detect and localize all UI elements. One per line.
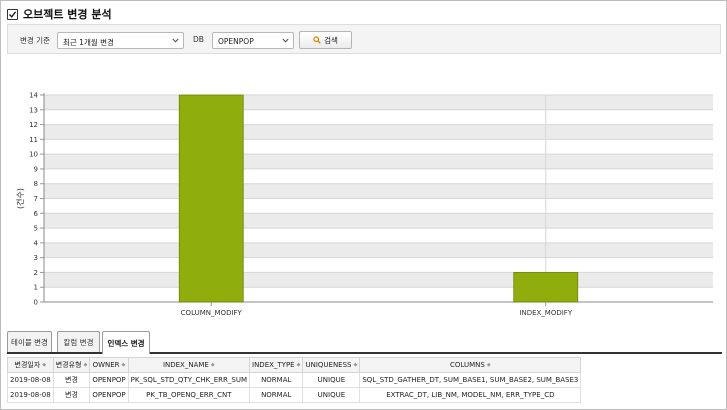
cell-index-type: NORMAL <box>248 372 304 388</box>
grid-band <box>44 213 713 229</box>
db-label: DB <box>193 35 204 44</box>
column-header[interactable]: INDEX_NAME ◆ <box>127 357 251 373</box>
column-header-label: 변경일자 <box>14 361 41 369</box>
bar <box>178 94 244 303</box>
y-tick-label: 9 <box>34 165 38 173</box>
filter-bar: 변경 기준 최근 1개월 변경 DB OPENPOP 검색 <box>7 24 721 54</box>
cell-columns: EXTRAC_DT, LIB_NM, MODEL_NM, ERR_TYPE_CD <box>359 387 582 403</box>
cell-date: 2019-08-08 <box>7 372 54 388</box>
y-tick-label: 6 <box>34 210 39 218</box>
sort-icon: ◆ <box>83 362 88 368</box>
x-tick-label: INDEX_MODIFY <box>519 309 572 317</box>
chart-area: 0 1 2 3 4 5 6 7 8 9 10 11 12 13 14 COLUMN_MODIFY INDEX_M… <box>1 71 727 321</box>
y-tick-label: 1 <box>34 284 38 292</box>
table-row[interactable]: 2019-08-08 변경 OPENPOP PK_TB_OPENQ_ERR_CN… <box>7 387 582 403</box>
cell-owner: OPENPOP <box>89 387 129 403</box>
criteria-label: 변경 기준 <box>20 36 50 45</box>
cell-uniqueness: UNIQUE <box>302 387 361 403</box>
sort-icon: ◆ <box>42 362 47 368</box>
tab-table-change[interactable]: 테이블 변경 <box>7 331 52 353</box>
sort-icon: ◆ <box>210 362 215 368</box>
criteria-select[interactable]: 최근 1개월 변경 <box>57 32 184 49</box>
column-header[interactable]: 변경유형 ◆ <box>52 357 91 373</box>
table-row[interactable]: 2019-08-08 변경 OPENPOP PK_SQL_STD_QTY_CHK… <box>7 372 582 388</box>
db-select-value: OPENPOP <box>218 37 254 46</box>
column-header[interactable]: OWNER ◆ <box>89 357 129 373</box>
column-header-label: UNIQUENESS <box>305 361 352 369</box>
tab-label: 인덱스 변경 <box>107 338 145 348</box>
search-button[interactable]: 검색 <box>299 31 352 49</box>
window-frame: 오브젝트 변경 분석 변경 기준 최근 1개월 변경 DB OPENPOP 검색… <box>0 0 727 410</box>
grid-band <box>44 242 713 258</box>
criteria-select-value: 최근 1개월 변경 <box>63 38 114 47</box>
x-tick-label: COLUMN_MODIFY <box>181 309 243 317</box>
y-tick-label: 5 <box>34 225 38 233</box>
checkbox-icon <box>7 8 18 20</box>
cell-index-name: PK_SQL_STD_QTY_CHK_ERR_SUM <box>127 372 251 388</box>
bar-chart: 01234567891011121314COLUMN_MODIFY INDEX_M… <box>15 92 713 317</box>
sort-icon: ◆ <box>121 362 126 368</box>
cell-date: 2019-08-08 <box>7 387 54 403</box>
column-header-label: INDEX_NAME <box>162 361 209 369</box>
table-header-row: 변경일자 ◆ 변경유형 ◆ OWNER ◆ INDEX_NAME ◆ INDEX_TYP… <box>7 357 582 373</box>
cell-change-type: 변경 <box>52 372 91 388</box>
cell-index-type: NORMAL <box>248 387 304 403</box>
grid-band <box>44 154 713 169</box>
cell-uniqueness: UNIQUE <box>302 372 361 388</box>
db-select[interactable]: OPENPOP <box>212 32 294 49</box>
y-tick-label: 7 <box>34 195 38 203</box>
y-tick-label: 3 <box>34 254 38 262</box>
column-header[interactable]: INDEX_TYPE ◆ <box>248 357 304 373</box>
chevron-down-icon <box>172 38 179 43</box>
column-header-label: COLUMNS <box>450 361 485 369</box>
grid-band <box>44 183 713 199</box>
title-bar: 오브젝트 변경 분석 <box>7 6 112 22</box>
index-change-table: 변경일자 ◆ 변경유형 ◆ OWNER ◆ INDEX_NAME ◆ INDEX_TYP… <box>7 357 582 403</box>
column-header[interactable]: 변경일자 ◆ <box>7 357 54 373</box>
y-tick-label: 4 <box>34 239 39 247</box>
y-axis-label: (건수) <box>15 188 25 209</box>
y-tick-label: 13 <box>29 106 38 114</box>
page-title: 오브젝트 변경 분석 <box>23 8 112 21</box>
y-tick-label: 2 <box>34 269 38 277</box>
grid-band <box>44 272 713 288</box>
search-icon <box>313 36 321 44</box>
sort-icon: ◆ <box>296 362 301 368</box>
y-tick-label: 11 <box>29 136 38 144</box>
y-tick-label: 12 <box>29 121 38 129</box>
cell-index-name: PK_TB_OPENQ_ERR_CNT <box>127 387 251 403</box>
tab-label: 테이블 변경 <box>11 338 48 347</box>
chevron-down-icon <box>282 38 289 43</box>
tab-column-change[interactable]: 칼럼 변경 <box>57 331 100 353</box>
tab-label: 칼럼 변경 <box>63 338 94 347</box>
sort-icon: ◆ <box>486 362 491 368</box>
tab-index-change[interactable]: 인덱스 변경 <box>102 331 150 354</box>
search-button-label: 검색 <box>324 35 338 45</box>
bar <box>513 272 579 303</box>
column-header-label: OWNER <box>92 361 120 369</box>
column-header-label: 변경유형 <box>55 361 82 369</box>
y-tick-label: 8 <box>34 180 38 188</box>
y-tick-label: 10 <box>29 151 38 159</box>
cell-owner: OPENPOP <box>89 372 129 388</box>
y-tick-label: 14 <box>29 92 38 100</box>
cell-columns: SQL_STD_GATHER_DT, SUM_BASE1, SUM_BASE2,… <box>359 372 582 388</box>
cell-change-type: 변경 <box>52 387 91 403</box>
y-tick-label: 0 <box>34 299 38 307</box>
column-header[interactable]: COLUMNS ◆ <box>359 357 582 373</box>
sort-icon: ◆ <box>353 362 358 368</box>
grid-band <box>44 95 713 110</box>
column-header[interactable]: UNIQUENESS ◆ <box>302 357 361 373</box>
column-header-label: INDEX_TYPE <box>252 361 295 369</box>
grid-band <box>44 124 713 140</box>
